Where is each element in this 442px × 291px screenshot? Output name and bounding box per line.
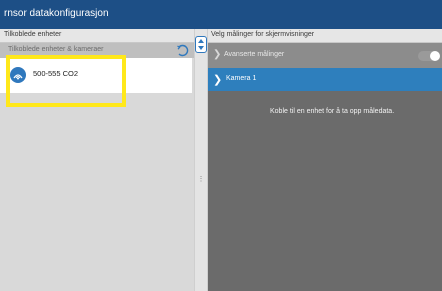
panel-splitter[interactable]: ⋮ [194, 29, 208, 291]
app-window: rnsor datakonfigurasjon Tilkoblede enhet… [0, 0, 442, 291]
chevron-right-icon: ❯ [213, 49, 222, 60]
window-title: rnsor datakonfigurasjon [4, 8, 109, 19]
highlight-annotation [6, 55, 126, 107]
devices-panel-title: Tilkoblede enheter [4, 31, 62, 38]
connect-device-hint: Koble til en enhet for å ta opp måledata… [270, 108, 395, 115]
camera-label: Kamera 1 [226, 75, 257, 82]
devices-panel-header: Tilkoblede enheter [0, 29, 194, 43]
device-group-label: Tilkoblede enheter & kameraer [8, 46, 104, 53]
up-down-arrows-icon [198, 39, 204, 50]
collapse-toggle-button[interactable] [195, 36, 207, 53]
title-bar: rnsor datakonfigurasjon [0, 0, 442, 29]
measurements-panel-header: Velg målinger for skjermvisninger [208, 29, 442, 43]
camera-list-item[interactable]: ❯ Kamera 1 [208, 68, 442, 91]
chevron-right-icon: ❯ [213, 74, 223, 86]
advanced-measurements-row[interactable]: ❯ Avanserte målinger [208, 43, 442, 68]
advanced-measurements-toggle[interactable] [418, 51, 440, 61]
measurements-panel-title: Velg målinger for skjermvisninger [211, 31, 315, 38]
measurements-panel: Velg målinger for skjermvisninger ❯ Avan… [208, 29, 442, 291]
advanced-measurements-label: Avanserte målinger [224, 51, 285, 58]
toggle-knob [430, 51, 440, 61]
splitter-grip-icon[interactable]: ⋮ [196, 175, 206, 185]
refresh-icon[interactable] [176, 44, 189, 57]
